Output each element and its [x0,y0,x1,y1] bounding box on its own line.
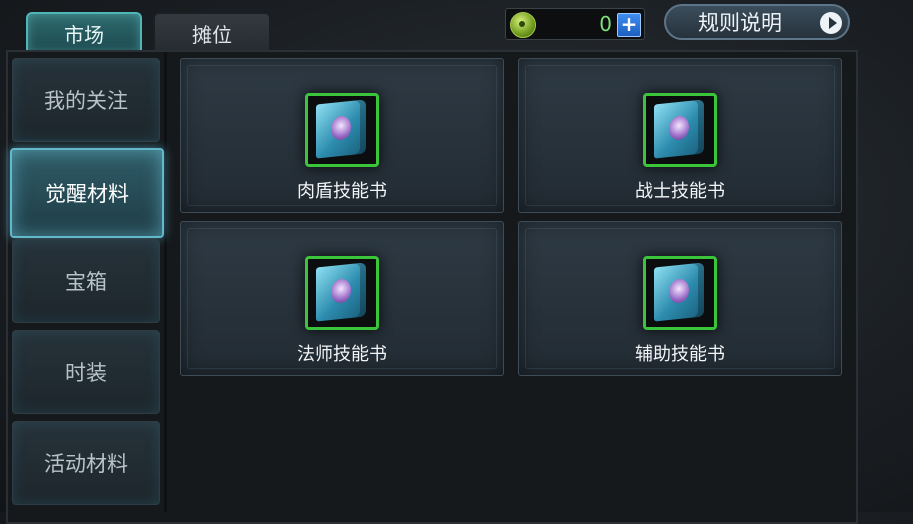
skill-book-icon [654,262,704,322]
sidebar-item-label: 活动材料 [44,452,128,476]
swirl-emblem-icon [669,277,689,305]
item-card-warrior-skill-book[interactable]: 战士技能书 [518,58,842,213]
sidebar-item-event-materials[interactable]: 活动材料 [12,421,160,505]
item-icon-frame [305,93,379,167]
skill-book-icon [316,262,366,322]
sidebar-item-label: 时装 [65,361,107,385]
tab-market-label: 市场 [64,22,104,47]
sidebar-item-treasure-chest[interactable]: 宝箱 [12,239,160,323]
item-card-mage-skill-book[interactable]: 法师技能书 [180,221,504,376]
sidebar-item-fashion[interactable]: 时装 [12,330,160,414]
flame-emblem-icon [331,277,351,305]
play-arrow-icon [820,12,842,34]
item-icon-frame [305,256,379,330]
currency-value: 0 [599,12,612,36]
sidebar-item-label: 觉醒材料 [45,182,129,206]
shield-emblem-icon [331,114,351,142]
skill-book-icon [654,99,704,159]
item-name: 战士技能书 [635,181,725,202]
skill-book-icon [316,99,366,159]
tab-market[interactable]: 市场 [26,12,142,52]
tab-stall-label: 摊位 [192,22,232,47]
rules-button-label: 规则说明 [698,11,782,35]
helmet-emblem-icon [669,114,689,142]
sidebar-item-label: 我的关注 [44,89,128,113]
tab-stall[interactable]: 摊位 [153,12,271,52]
sidebar-item-label: 宝箱 [65,270,107,294]
item-card-tank-skill-book[interactable]: 肉盾技能书 [180,58,504,213]
item-card-support-skill-book[interactable]: 辅助技能书 [518,221,842,376]
add-currency-button[interactable]: + [617,13,641,37]
jade-coin-icon [510,12,536,38]
currency-display: 0 + [505,8,645,40]
sidebar-item-awakening-materials[interactable]: 觉醒材料 [10,148,164,238]
item-name: 肉盾技能书 [297,181,387,202]
panel-divider [164,52,167,512]
rules-button[interactable]: 规则说明 [664,4,850,40]
item-icon-frame [643,93,717,167]
item-name: 辅助技能书 [635,344,725,365]
item-icon-frame [643,256,717,330]
item-name: 法师技能书 [297,344,387,365]
sidebar-item-following[interactable]: 我的关注 [12,58,160,142]
